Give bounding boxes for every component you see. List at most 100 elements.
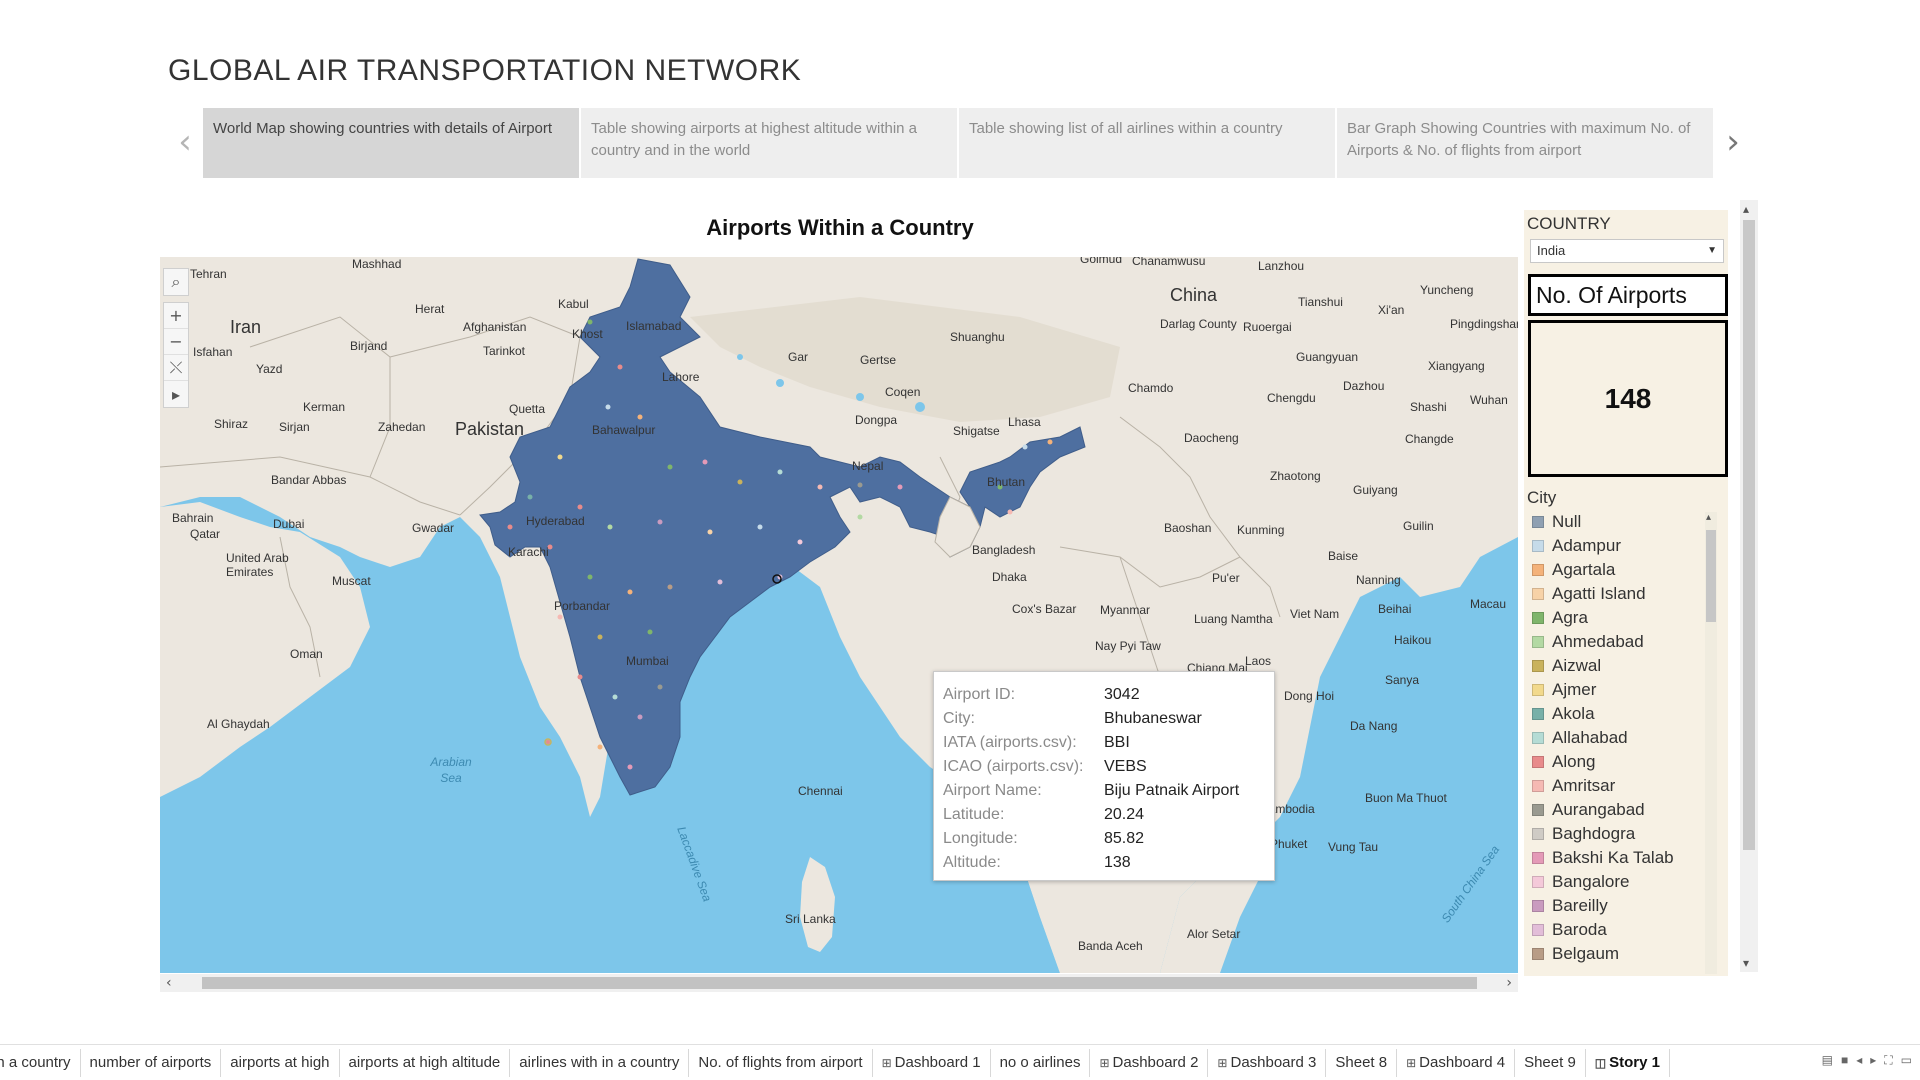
- tab-airlines-with-in-a-country[interactable]: airlines with in a country: [510, 1048, 690, 1077]
- legend-item[interactable]: Aurangabad: [1530, 798, 1705, 822]
- vertical-scroll-thumb[interactable]: [1743, 220, 1755, 850]
- legend-label: Akola: [1552, 704, 1595, 723]
- chevron-down-icon: ▼: [1707, 245, 1717, 256]
- scroll-right-icon[interactable]: ›: [1506, 974, 1512, 992]
- tab-no-o-airlines[interactable]: no o airlines: [991, 1048, 1091, 1077]
- story-point-1[interactable]: World Map showing countries with details…: [203, 108, 581, 178]
- tab-no-of-flights[interactable]: No. of flights from airport: [689, 1048, 873, 1077]
- story-navigator: World Map showing countries with details…: [203, 108, 1717, 178]
- legend-item[interactable]: Agartala: [1530, 558, 1705, 582]
- search-icon[interactable]: ⌕: [164, 269, 188, 295]
- legend-item[interactable]: Null: [1530, 510, 1705, 534]
- legend-item[interactable]: Akola: [1530, 702, 1705, 726]
- scroll-left-icon[interactable]: ‹: [166, 974, 172, 992]
- map-label-golmud: Golmud: [1080, 257, 1123, 266]
- legend-item[interactable]: Baroda: [1530, 918, 1705, 942]
- legend-item[interactable]: Baghdogra: [1530, 822, 1705, 846]
- tab-dashboard-4[interactable]: ⊞ Dashboard 4: [1397, 1048, 1516, 1077]
- map-label-iran: Iran: [230, 317, 262, 337]
- filmstrip-icon[interactable]: ■: [1841, 1053, 1848, 1068]
- map-label-pakistan: Pakistan: [455, 419, 525, 439]
- map-label-puer: Pu'er: [1212, 571, 1240, 585]
- map-label-bhutan: Bhutan: [987, 475, 1026, 489]
- tab-dashboard-2[interactable]: ⊞ Dashboard 2: [1090, 1048, 1209, 1077]
- map-label-haikou: Haikou: [1394, 633, 1432, 647]
- map-label-sirjan: Sirjan: [279, 420, 310, 434]
- tab-airports-at-high-altitude[interactable]: airports at high altitude: [340, 1048, 511, 1077]
- legend-item[interactable]: Agra: [1530, 606, 1705, 630]
- legend-item[interactable]: Belgaum: [1530, 942, 1705, 966]
- legend-item[interactable]: Adampur: [1530, 534, 1705, 558]
- tab-airports-at-high[interactable]: airports at high: [221, 1048, 340, 1077]
- legend-item[interactable]: Along: [1530, 750, 1705, 774]
- tooltip-key: Latitude:: [943, 806, 1005, 823]
- zoom-in-button[interactable]: +: [164, 303, 188, 329]
- play-icon[interactable]: ▸: [164, 381, 188, 407]
- map-label-wuhan: Wuhan: [1470, 393, 1508, 407]
- tab-story-1[interactable]: ◫ Story 1: [1586, 1048, 1670, 1077]
- tooltip-row: City: Bhubaneswar: [943, 707, 1265, 731]
- legend-item[interactable]: Agatti Island: [1530, 582, 1705, 606]
- legend-scrollbar[interactable]: ▴: [1705, 512, 1717, 974]
- map-label-arabian-sea: Arabian Sea: [430, 755, 472, 785]
- story-point-3[interactable]: Table showing list of all airlines withi…: [959, 108, 1337, 178]
- world-map[interactable]: Iran Pakistan China Nepal Bhutan Banglad…: [160, 257, 1518, 973]
- country-dropdown[interactable]: India ▼: [1530, 239, 1724, 263]
- legend-item[interactable]: Bareilly: [1530, 894, 1705, 918]
- tab-number-of-airports[interactable]: number of airports: [81, 1048, 222, 1077]
- prev-sheet-icon[interactable]: ◂: [1856, 1053, 1862, 1068]
- chevron-left-icon[interactable]: ‹: [170, 120, 200, 164]
- dashboard-icon: ⊞: [1099, 1055, 1110, 1070]
- tab-dashboard-3[interactable]: ⊞ Dashboard 3: [1208, 1048, 1327, 1077]
- legend-label: Null: [1552, 512, 1582, 531]
- legend-item[interactable]: Ajmer: [1530, 678, 1705, 702]
- grid-view-icon[interactable]: ▤: [1822, 1053, 1833, 1068]
- tooltip-value: 20.24: [1104, 806, 1145, 823]
- legend-swatch: [1532, 780, 1544, 792]
- legend-item[interactable]: Aizwal: [1530, 654, 1705, 678]
- map-label-buon-ma-thuot: Buon Ma Thuot: [1365, 791, 1447, 805]
- scroll-down-icon[interactable]: ▾: [1743, 956, 1749, 970]
- legend-item[interactable]: Bakshi Ka Talab: [1530, 846, 1705, 870]
- tab-in-a-country[interactable]: in a country: [0, 1048, 81, 1077]
- scroll-up-icon[interactable]: ▴: [1743, 202, 1749, 216]
- sheet-title: Airports Within a Country: [706, 215, 974, 240]
- story-point-2[interactable]: Table showing airports at highest altitu…: [581, 108, 959, 178]
- legend-swatch: [1532, 516, 1544, 528]
- map-label-beihai: Beihai: [1378, 602, 1412, 616]
- scroll-up-icon[interactable]: ▴: [1706, 512, 1711, 523]
- reset-icon[interactable]: ⤬: [164, 355, 188, 381]
- map-label-chanamwusu: Chanamwusu: [1132, 257, 1206, 268]
- map-label-nepal: Nepal: [852, 459, 884, 473]
- lake: [776, 379, 784, 387]
- story-point-4[interactable]: Bar Graph Showing Countries with maximum…: [1337, 108, 1715, 178]
- chevron-right-icon[interactable]: ›: [1718, 120, 1748, 164]
- dashboard-icon: ⊞: [1406, 1055, 1417, 1070]
- tableau-story-window: GLOBAL AIR TRANSPORTATION NETWORK ‹ Worl…: [0, 0, 1920, 1080]
- legend-label: Bareilly: [1552, 896, 1608, 915]
- legend-item[interactable]: Ahmedabad: [1530, 630, 1705, 654]
- presentation-icon[interactable]: ▭: [1901, 1053, 1912, 1068]
- horizontal-scrollbar[interactable]: ‹ ›: [160, 974, 1518, 992]
- map-label-muscat: Muscat: [332, 574, 371, 588]
- vertical-scrollbar[interactable]: ▴ ▾: [1740, 200, 1758, 972]
- map-label-coqen: Coqen: [885, 385, 921, 399]
- lake: [915, 402, 925, 412]
- tab-dashboard-1[interactable]: ⊞ Dashboard 1: [873, 1048, 991, 1077]
- tab-sheet-8[interactable]: Sheet 8: [1326, 1048, 1398, 1077]
- map-label-dong-hoi: Dong Hoi: [1284, 689, 1335, 703]
- map-label-lanzhou: Lanzhou: [1258, 259, 1305, 273]
- legend-item[interactable]: Bangalore: [1530, 870, 1705, 894]
- legend-item[interactable]: Allahabad: [1530, 726, 1705, 750]
- tab-sheet-9[interactable]: Sheet 9: [1515, 1048, 1586, 1077]
- horizontal-scroll-thumb[interactable]: [202, 977, 1477, 989]
- legend-swatch: [1532, 948, 1544, 960]
- map-label-tianshui: Tianshui: [1298, 295, 1343, 309]
- zoom-out-button[interactable]: −: [164, 329, 188, 355]
- sheet-tab-bar: in a country number of airports airports…: [0, 1044, 1920, 1080]
- fit-icon[interactable]: ⛶: [1884, 1053, 1892, 1068]
- map-label-afghanistan: Afghanistan: [463, 320, 527, 334]
- legend-item[interactable]: Amritsar: [1530, 774, 1705, 798]
- legend-scroll-thumb[interactable]: [1706, 530, 1716, 622]
- next-sheet-icon[interactable]: ▸: [1870, 1053, 1876, 1068]
